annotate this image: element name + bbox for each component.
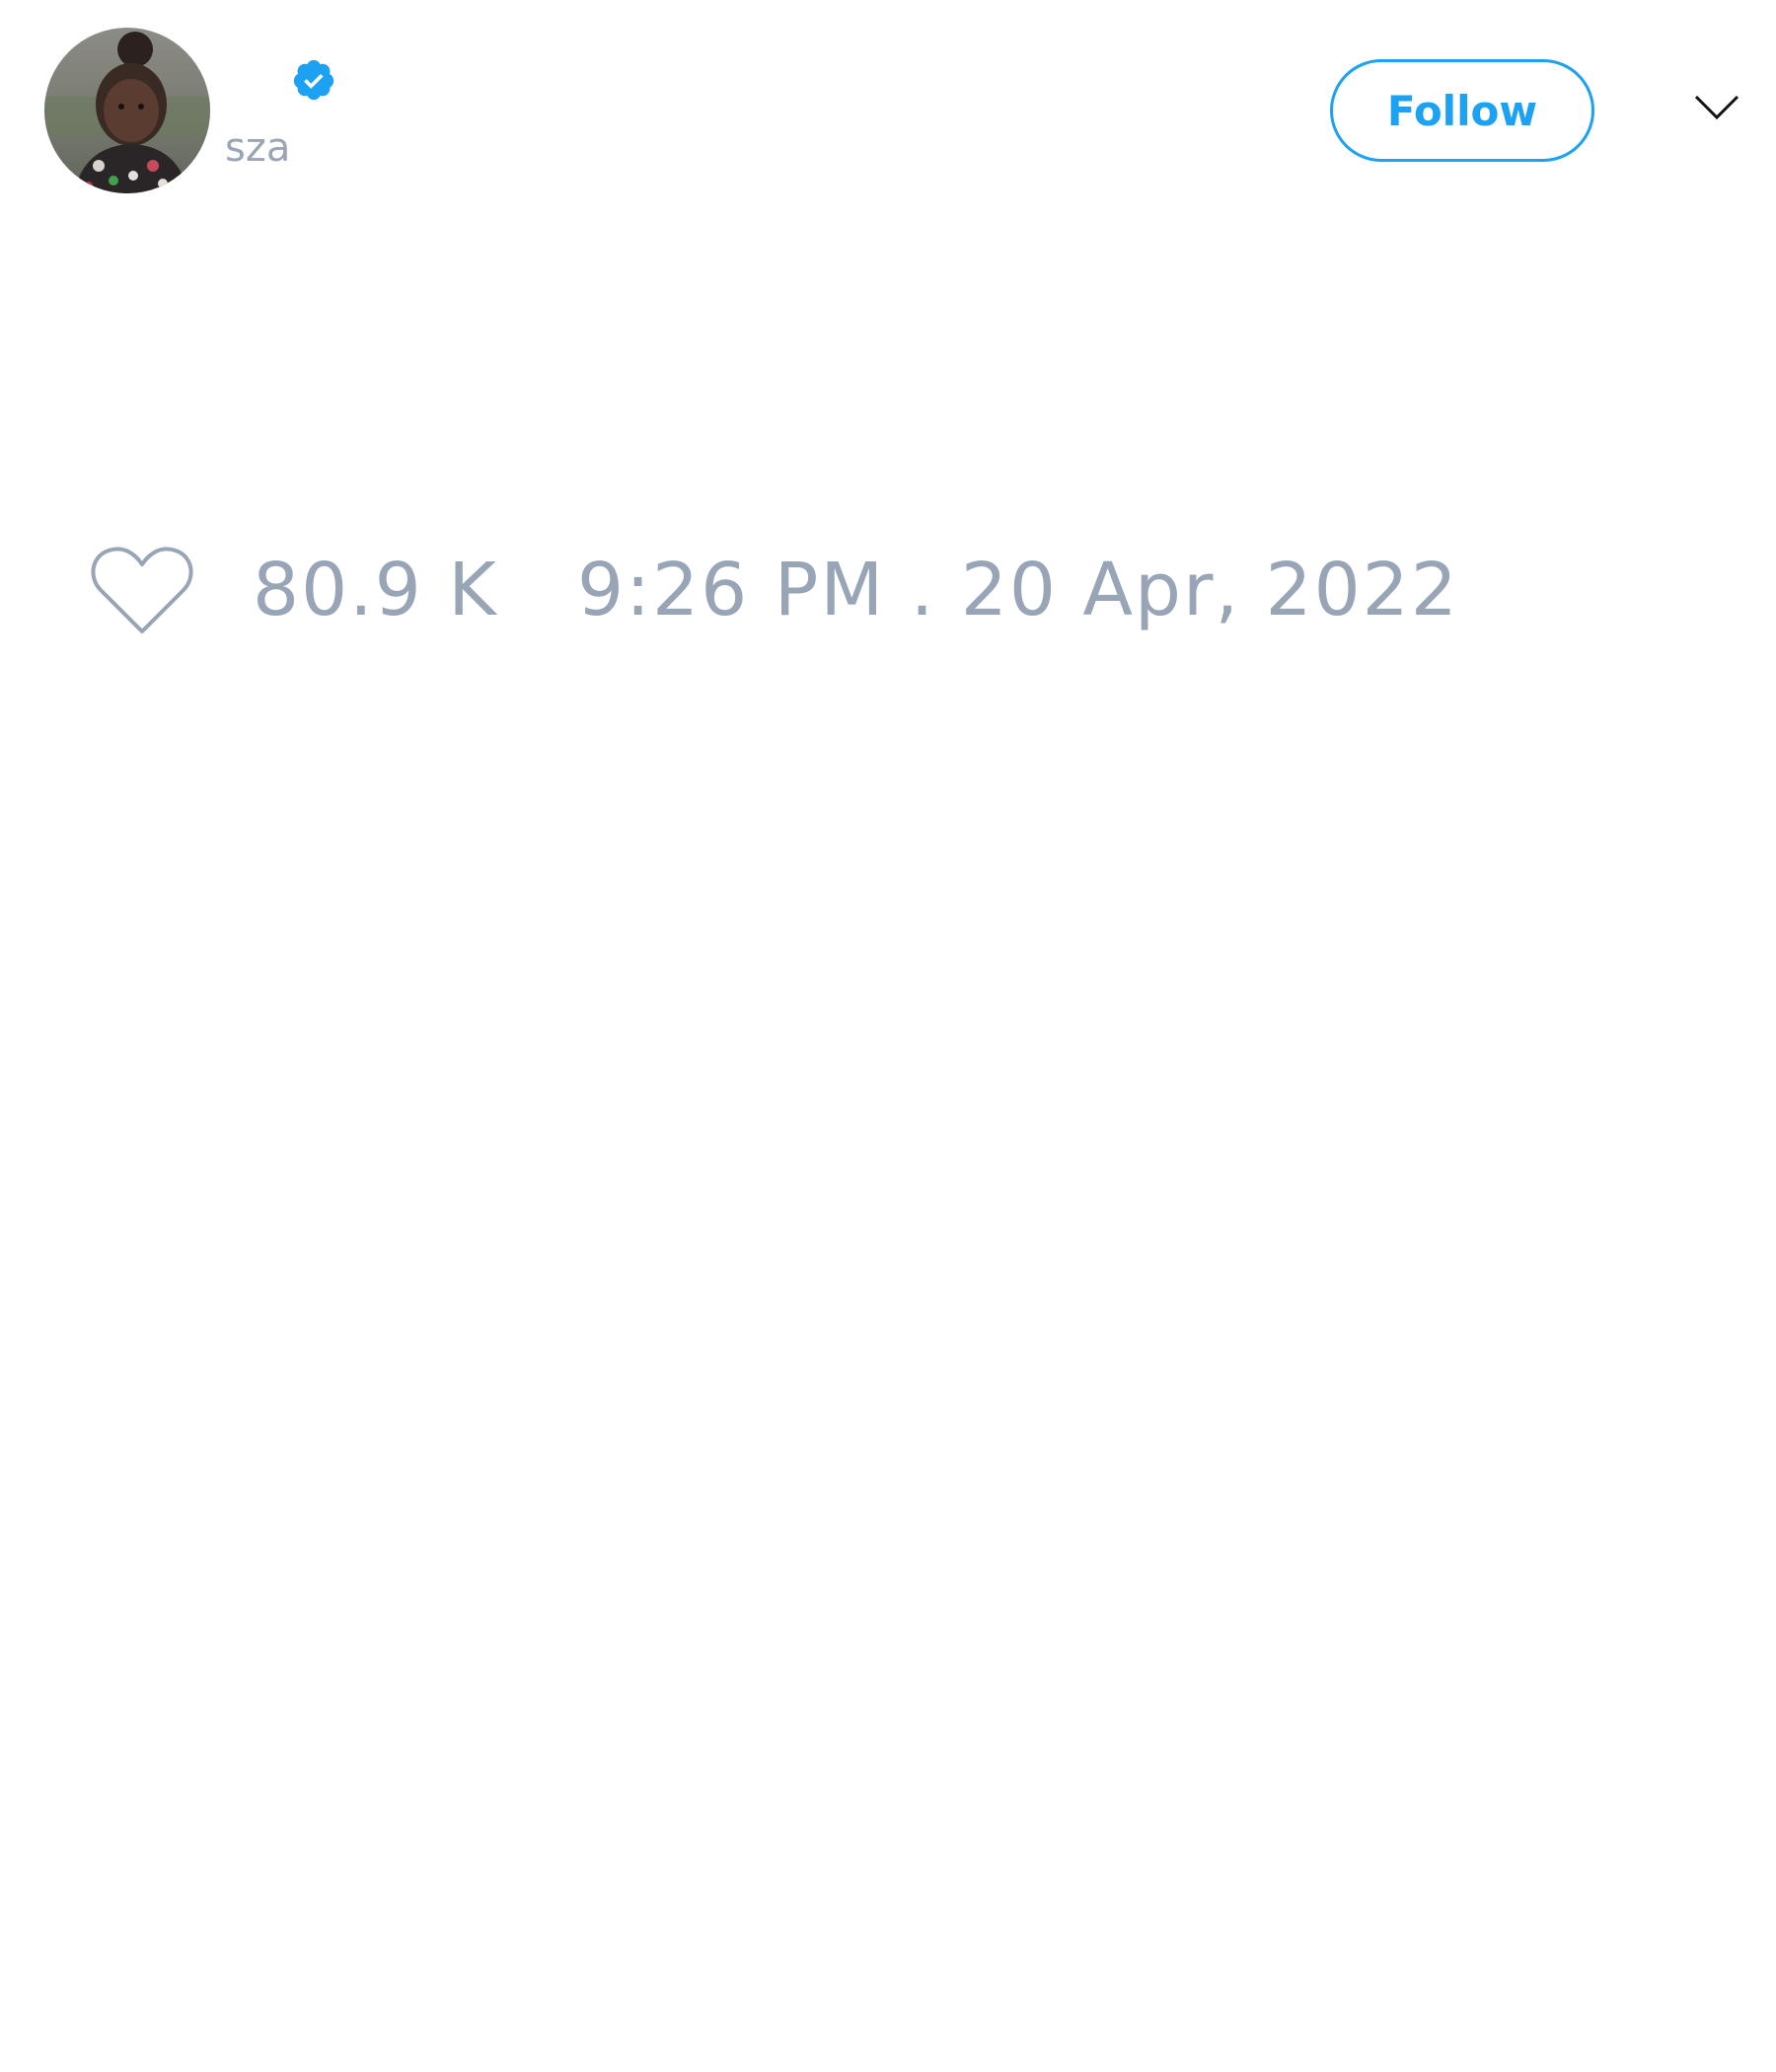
tweet-timestamp[interactable]: 9:26 PM . 20 Apr, 2022 — [577, 548, 1459, 632]
like-count: 80.9 K — [253, 548, 498, 632]
heart-outline-icon[interactable] — [89, 543, 195, 637]
chevron-down-icon[interactable] — [1693, 92, 1740, 123]
avatar-photo — [44, 28, 210, 193]
avatar[interactable] — [44, 28, 210, 193]
follow-button[interactable]: Follow — [1330, 59, 1594, 162]
author-handle[interactable]: sza — [225, 124, 290, 172]
verified-badge-icon — [291, 57, 336, 103]
